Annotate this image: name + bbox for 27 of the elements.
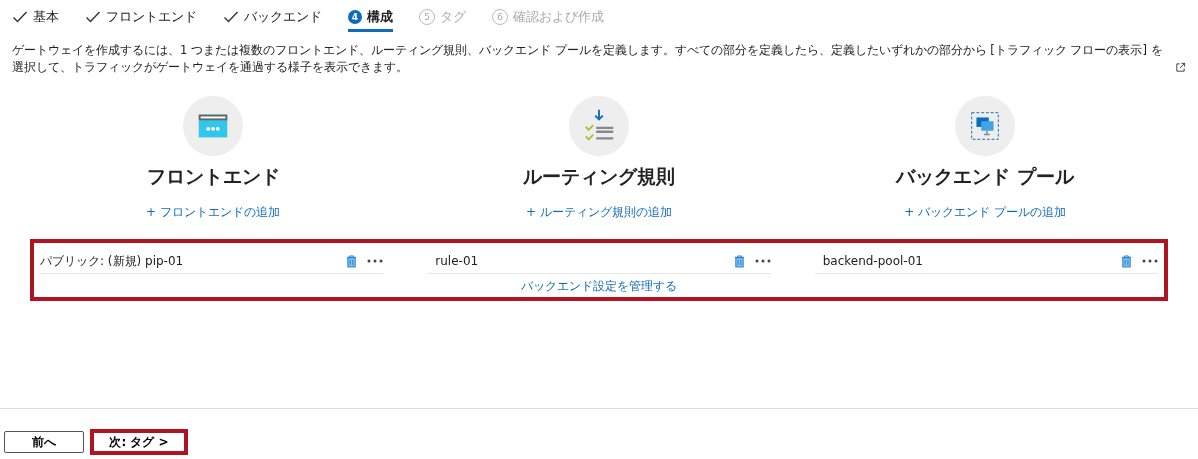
- entry-name[interactable]: rule-01: [427, 254, 724, 268]
- next-button[interactable]: 次: タグ >: [90, 429, 188, 455]
- external-link-icon[interactable]: [1175, 62, 1186, 73]
- entry-name[interactable]: パブリック: (新規) pip-01: [40, 252, 337, 270]
- delete-icon[interactable]: [1121, 254, 1132, 268]
- delete-icon[interactable]: [733, 254, 745, 268]
- add-link[interactable]: + バックエンド プールの追加: [904, 204, 1066, 221]
- previous-button[interactable]: 前へ: [4, 431, 84, 453]
- manage-link[interactable]: バックエンド設定を管理する: [521, 278, 677, 295]
- entry-name[interactable]: backend-pool-01: [814, 254, 1111, 268]
- wizard-tab[interactable]: 基本: [12, 6, 59, 28]
- add-link[interactable]: + ルーティング規則の追加: [526, 204, 672, 221]
- section-title: フロントエンド: [146, 164, 280, 189]
- check-icon: [12, 9, 28, 25]
- step-number: 4: [348, 10, 362, 24]
- more-icon[interactable]: [1142, 259, 1158, 263]
- section-title: ルーティング規則: [523, 164, 675, 189]
- more-icon[interactable]: [367, 259, 384, 263]
- check-icon: [85, 9, 101, 25]
- description-text: ゲートウェイを作成するには、1 つまたは複数のフロントエンド、ルーティング規則、バックエンド プールを定義します。すべての部分を定義したら、定義したいずれかの部分から [トラフィック フローの表示] を選択して、トラフィックがゲートウェイを通過する様子を表示できます。: [12, 42, 1164, 76]
- wizard-tab[interactable]: バックエンド: [223, 6, 322, 28]
- more-icon[interactable]: [754, 259, 771, 263]
- section-title: バックエンド プール: [896, 164, 1074, 189]
- check-icon: [223, 9, 239, 25]
- delete-icon[interactable]: [346, 254, 358, 268]
- add-link[interactable]: + フロントエンドの追加: [146, 204, 280, 221]
- wizard-tab[interactable]: フロントエンド: [85, 6, 197, 28]
